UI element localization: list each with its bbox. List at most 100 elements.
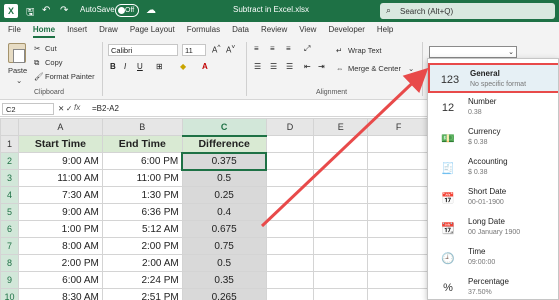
decrease-font-icon[interactable]: A˅: [226, 44, 235, 55]
row-header[interactable]: 4: [0, 186, 19, 204]
tab-insert[interactable]: Insert: [67, 22, 87, 38]
name-box[interactable]: C2: [2, 103, 54, 115]
tab-file[interactable]: File: [8, 22, 21, 38]
cloud-icon[interactable]: ☁: [146, 5, 156, 16]
empty-cell[interactable]: [313, 254, 369, 272]
start-time-cell[interactable]: 2:00 PM: [17, 254, 103, 272]
row-header[interactable]: 10: [0, 288, 19, 300]
merge-center-button[interactable]: Merge & Center: [348, 64, 401, 73]
end-time-cell[interactable]: 2:00 PM: [101, 237, 183, 255]
row-header[interactable]: 1: [0, 135, 19, 153]
column-header-a[interactable]: A: [17, 118, 103, 136]
row-header[interactable]: 2: [0, 152, 19, 170]
format-item-currency[interactable]: 💵 Currency $ 0.38: [428, 123, 558, 153]
format-item-general[interactable]: 123 General No specific format: [428, 63, 558, 93]
empty-cell[interactable]: [367, 169, 430, 187]
column-header-f[interactable]: F: [367, 118, 430, 136]
undo-icon[interactable]: ↶: [42, 5, 50, 16]
empty-cell[interactable]: [367, 203, 430, 221]
bold-button[interactable]: B: [110, 62, 116, 71]
font-color-icon[interactable]: A: [202, 62, 208, 71]
align-top-icon[interactable]: ≡: [254, 44, 259, 53]
row-header[interactable]: 3: [0, 169, 19, 187]
tab-review[interactable]: Review: [261, 22, 287, 38]
empty-cell[interactable]: [265, 288, 315, 300]
empty-cell[interactable]: [367, 288, 430, 300]
empty-cell[interactable]: [313, 135, 369, 153]
difference-cell[interactable]: 0.75: [181, 237, 267, 255]
end-time-cell[interactable]: 2:24 PM: [101, 271, 183, 289]
column-header-d[interactable]: D: [265, 118, 315, 136]
format-painter-icon[interactable]: 🖌: [34, 72, 44, 81]
cut-icon[interactable]: ✂: [34, 44, 40, 53]
start-time-cell[interactable]: 6:00 AM: [17, 271, 103, 289]
row-header[interactable]: 7: [0, 237, 19, 255]
tab-developer[interactable]: Developer: [328, 22, 364, 38]
start-time-cell[interactable]: 9:00 AM: [17, 203, 103, 221]
difference-cell[interactable]: 0.25: [181, 186, 267, 204]
start-time-cell[interactable]: 8:00 AM: [17, 237, 103, 255]
cancel-icon[interactable]: ✕: [58, 104, 64, 113]
difference-cell[interactable]: 0.5: [181, 254, 267, 272]
increase-font-icon[interactable]: A^: [212, 44, 220, 55]
wrap-text-button[interactable]: Wrap Text: [348, 46, 382, 55]
format-item-accounting[interactable]: 🧾 Accounting $ 0.38: [428, 153, 558, 183]
start-time-cell[interactable]: 8:30 AM: [17, 288, 103, 300]
tab-help[interactable]: Help: [377, 22, 393, 38]
redo-icon[interactable]: ↷: [60, 5, 68, 16]
format-item-short-date[interactable]: 📅 Short Date 00-01-1900: [428, 183, 558, 213]
empty-cell[interactable]: [265, 186, 315, 204]
header-end-time[interactable]: End Time: [101, 135, 183, 153]
merge-dropdown-icon[interactable]: ⌄: [408, 64, 414, 73]
paste-icon[interactable]: [8, 43, 26, 63]
header-start-time[interactable]: Start Time: [17, 135, 103, 153]
empty-cell[interactable]: [313, 203, 369, 221]
borders-icon[interactable]: ⊞: [156, 62, 163, 71]
copy-button[interactable]: Copy: [45, 58, 63, 67]
format-item-long-date[interactable]: 📆 Long Date 00 January 1900: [428, 213, 558, 243]
align-center-icon[interactable]: ☰: [270, 62, 277, 71]
difference-cell[interactable]: 0.4: [181, 203, 267, 221]
chevron-down-icon[interactable]: ⌄: [508, 48, 514, 56]
row-header[interactable]: 5: [0, 203, 19, 221]
empty-cell[interactable]: [367, 220, 430, 238]
end-time-cell[interactable]: 11:00 PM: [101, 169, 183, 187]
empty-cell[interactable]: [313, 186, 369, 204]
difference-cell[interactable]: 0.35: [181, 271, 267, 289]
empty-cell[interactable]: [265, 203, 315, 221]
wrap-text-icon[interactable]: ↵: [336, 46, 342, 55]
empty-cell[interactable]: [313, 169, 369, 187]
formula-input[interactable]: =B2-A2: [92, 104, 119, 113]
difference-cell[interactable]: 0.375: [181, 151, 268, 171]
column-header-e[interactable]: E: [313, 118, 369, 136]
empty-cell[interactable]: [265, 271, 315, 289]
column-header-c[interactable]: C: [181, 118, 267, 137]
tab-home[interactable]: Home: [32, 22, 56, 38]
merge-center-icon[interactable]: ⇔: [336, 64, 344, 73]
save-icon[interactable]: 🖫: [26, 5, 35, 22]
end-time-cell[interactable]: 2:00 AM: [101, 254, 183, 272]
cut-button[interactable]: Cut: [45, 44, 57, 53]
autosave-toggle[interactable]: Off: [115, 4, 139, 17]
increase-indent-icon[interactable]: ⇥: [318, 62, 325, 71]
end-time-cell[interactable]: 6:36 PM: [101, 203, 183, 221]
empty-cell[interactable]: [313, 237, 369, 255]
number-format-select[interactable]: ⌄: [429, 46, 517, 58]
copy-icon[interactable]: ⧉: [34, 58, 39, 68]
difference-cell[interactable]: 0.675: [181, 220, 267, 238]
row-header[interactable]: 6: [0, 220, 19, 238]
italic-button[interactable]: I: [124, 62, 126, 71]
font-size-select[interactable]: 11: [182, 44, 206, 56]
align-middle-icon[interactable]: ≡: [270, 44, 275, 53]
empty-cell[interactable]: [313, 152, 369, 170]
underline-button[interactable]: U: [137, 62, 143, 71]
align-bottom-icon[interactable]: ≡: [286, 44, 291, 53]
empty-cell[interactable]: [367, 152, 430, 170]
empty-cell[interactable]: [313, 220, 369, 238]
empty-cell[interactable]: [265, 237, 315, 255]
end-time-cell[interactable]: 5:12 AM: [101, 220, 183, 238]
start-time-cell[interactable]: 1:00 PM: [17, 220, 103, 238]
difference-cell[interactable]: 0.265: [181, 288, 267, 300]
enter-icon[interactable]: ✓: [66, 104, 72, 113]
start-time-cell[interactable]: 11:00 AM: [17, 169, 103, 187]
